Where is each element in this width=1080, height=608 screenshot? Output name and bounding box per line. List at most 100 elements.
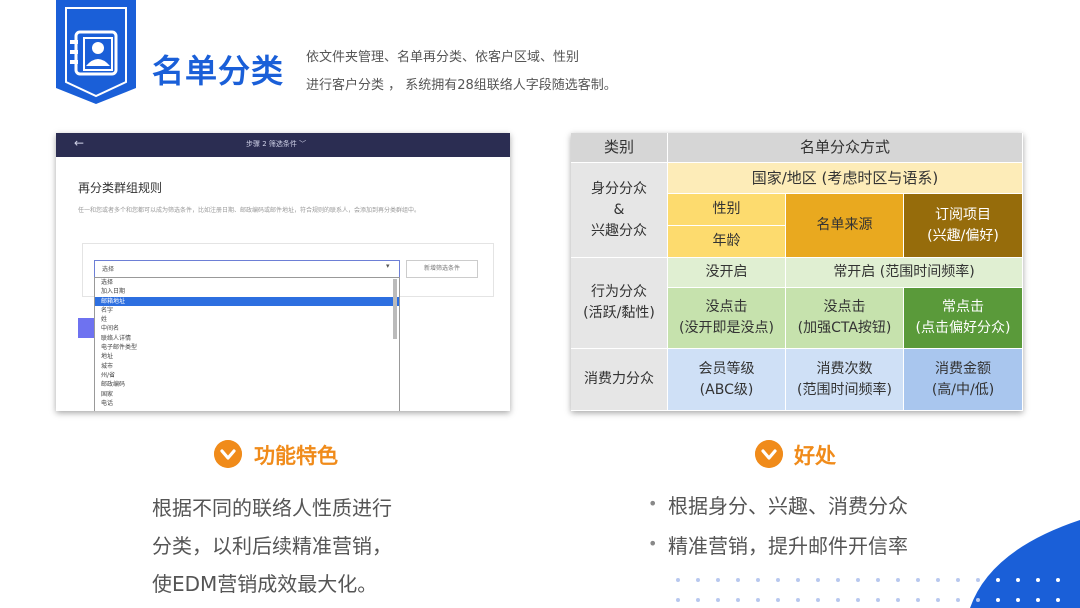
dropdown-option[interactable]: 国家 — [95, 390, 399, 399]
chevron-down-icon: ▾ — [386, 262, 390, 270]
step-label[interactable]: 步骤 2 筛选条件 ﹀ — [246, 139, 306, 149]
dropdown-option[interactable]: 名字 — [95, 306, 399, 315]
dropdown-option[interactable]: 邮箱地址 — [95, 296, 399, 306]
dropdown-option[interactable]: 邮政编码 — [95, 380, 399, 389]
back-arrow-icon[interactable]: ← — [74, 136, 84, 150]
dropdown-option[interactable]: 地址 — [95, 352, 399, 361]
cell-subscribe: 订阅项目 (兴趣/偏好) — [904, 194, 1023, 258]
decor-dot — [776, 578, 780, 582]
decor-dot — [956, 598, 960, 602]
dropdown-scrollbar[interactable] — [393, 279, 397, 339]
decor-dot — [916, 578, 920, 582]
dropdown-option[interactable]: 电子邮件类型 — [95, 343, 399, 352]
decor-dot — [956, 578, 960, 582]
description-line-2: 进行客户分类 ， 系统拥有28组联络人字段随选客制。 — [306, 78, 617, 93]
corner-decoration — [970, 520, 1080, 608]
decor-dot — [996, 578, 1000, 582]
decor-dot — [816, 598, 820, 602]
decor-dot — [776, 598, 780, 602]
header-method: 名单分众方式 — [668, 133, 1023, 163]
bullet-1: • — [648, 494, 658, 513]
decor-dot — [976, 598, 980, 602]
segmentation-table: 类别 名单分众方式 身分分众 & 兴趣分众 国家/地区 (考虑时区与语系) 性别… — [571, 133, 1023, 411]
decor-dot — [856, 598, 860, 602]
decor-dot — [936, 598, 940, 602]
header-category: 类别 — [571, 133, 668, 163]
cell-often-open: 常开启 (范围时间频率) — [786, 258, 1023, 288]
decor-dot — [1056, 578, 1060, 582]
chevron-down-icon — [214, 440, 242, 468]
decor-dot — [716, 598, 720, 602]
dropdown-option[interactable]: 选择 — [95, 278, 399, 287]
contact-card-icon — [56, 0, 136, 104]
decor-dot — [756, 598, 760, 602]
decor-dot — [796, 598, 800, 602]
cell-age: 年龄 — [668, 226, 786, 258]
chevron-down-icon — [755, 440, 783, 468]
dropdown-option[interactable]: 姓 — [95, 315, 399, 324]
dropdown-option[interactable]: 州/省 — [95, 371, 399, 380]
decor-dot — [856, 578, 860, 582]
action-button[interactable] — [78, 318, 94, 338]
decor-dot — [836, 598, 840, 602]
row-identity-label: 身分分众 & 兴趣分众 — [571, 163, 668, 258]
decor-dot — [816, 578, 820, 582]
features-title: 功能特色 — [254, 444, 338, 468]
select-value: 选择 — [102, 266, 115, 273]
decor-dot — [796, 578, 800, 582]
decor-dot — [1036, 578, 1040, 582]
decor-dot — [976, 578, 980, 582]
features-line-3: 使EDM营销成效最大化。 — [152, 572, 378, 596]
cell-gender: 性别 — [668, 194, 786, 226]
decor-dot — [736, 598, 740, 602]
decor-dot — [1016, 578, 1020, 582]
description-line-1: 依文件夹管理、名单再分类、依客户区域、性别 — [306, 50, 580, 65]
decor-dot — [936, 578, 940, 582]
dropdown-option[interactable]: 城市 — [95, 362, 399, 371]
cell-no-click-a: 没点击 (没开即是没点) — [668, 288, 786, 349]
cell-source: 名单来源 — [786, 194, 904, 258]
decor-dot — [696, 578, 700, 582]
add-filter-button[interactable]: 新增筛选条件 — [406, 260, 478, 278]
row-spending-label: 消费力分众 — [571, 349, 668, 411]
decor-dot — [756, 578, 760, 582]
bullet-2: • — [648, 534, 658, 553]
decor-dot — [736, 578, 740, 582]
cell-not-open: 没开启 — [668, 258, 786, 288]
cell-member-level: 会员等级 (ABC级) — [668, 349, 786, 411]
select-dropdown-list[interactable]: 选择 加入日期 邮箱地址 名字姓中间名 联络人详情 电子邮件类型 地址 城市 州/省 邮政编码 国家… — [94, 277, 400, 411]
decor-dot — [876, 578, 880, 582]
benefits-line-2: 精准营销，提升邮件开信率 — [668, 534, 908, 558]
decor-dot — [676, 598, 680, 602]
benefits-line-1: 根据身分、兴趣、消费分众 — [668, 494, 908, 518]
dropdown-option[interactable]: 联络人详情 — [95, 334, 399, 343]
features-line-2: 分类，以利后续精准营销， — [152, 534, 392, 558]
decor-dot — [896, 578, 900, 582]
cell-purchase-count: 消费次数 (范围时间频率) — [786, 349, 904, 411]
decor-dot — [896, 598, 900, 602]
cell-often-click: 常点击 (点击偏好分众) — [904, 288, 1023, 349]
dropdown-option[interactable]: 加入日期 — [95, 287, 399, 296]
cell-country: 国家/地区 (考虑时区与语系) — [668, 163, 1023, 194]
page-title: 名单分类 — [152, 52, 285, 90]
decor-dot — [696, 598, 700, 602]
decor-dot — [716, 578, 720, 582]
decor-dot — [676, 578, 680, 582]
decor-dot — [1016, 598, 1020, 602]
dropdown-option[interactable]: 电话 — [95, 399, 399, 408]
decor-dot — [1056, 598, 1060, 602]
decor-dot — [836, 578, 840, 582]
rule-hint: 任一和您或者多个和您都可以成为筛选条件，比如注册日期、邮政编码或邮件地址，符合规… — [78, 207, 421, 214]
filter-rule-screenshot: ← 步骤 2 筛选条件 ﹀ 再分类群组规则 任一和您或者多个和您都可以成为筛选条… — [56, 133, 510, 411]
decor-dot — [916, 598, 920, 602]
row-behavior-label: 行为分众 (活跃/黏性) — [571, 258, 668, 349]
rule-title: 再分类群组规则 — [78, 181, 163, 195]
field-select[interactable] — [94, 260, 400, 278]
cell-no-click-b: 没点击 (加强CTA按钮) — [786, 288, 904, 349]
decor-dot — [996, 598, 1000, 602]
dropdown-option[interactable]: 中间名 — [95, 324, 399, 333]
features-line-1: 根据不同的联络人性质进行 — [152, 496, 392, 520]
decor-dot — [876, 598, 880, 602]
decor-dot — [1036, 598, 1040, 602]
cell-purchase-amount: 消费金额 (高/中/低) — [904, 349, 1023, 411]
